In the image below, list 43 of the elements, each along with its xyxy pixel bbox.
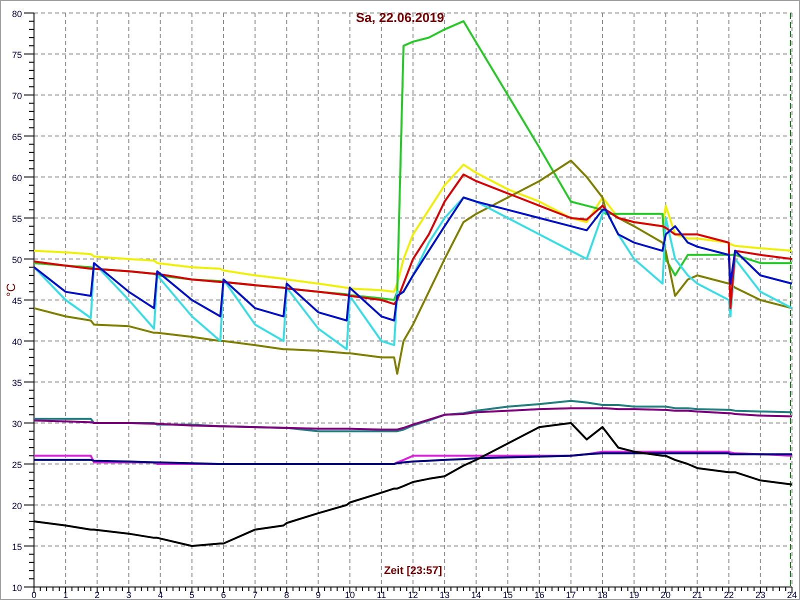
tick-label: 30: [12, 419, 22, 429]
tick-label: 16: [534, 590, 544, 599]
tick-label: 20: [660, 590, 671, 599]
tick-label: 60: [12, 173, 22, 183]
tick-label: 25: [12, 460, 22, 470]
tick-label: 80: [12, 9, 22, 19]
tick-label: 55: [12, 214, 22, 224]
tick-label: 4: [158, 590, 163, 599]
tick-label: 20: [12, 501, 22, 511]
tick-label: 22: [724, 590, 734, 599]
tick-label: 7: [252, 590, 258, 599]
tick-label: 2: [94, 590, 100, 599]
tick-label: 40: [12, 337, 22, 347]
tick-label: 75: [12, 50, 22, 60]
tick-label: 23: [755, 590, 766, 599]
tick-label: 19: [629, 590, 640, 599]
tick-label: 9: [316, 590, 321, 599]
tick-label: 17: [566, 590, 576, 599]
tick-label: 10: [344, 590, 355, 599]
tick-label: 24: [787, 590, 797, 599]
tick-label: 14: [471, 590, 482, 599]
tick-label: 8: [284, 590, 290, 599]
tick-label: 65: [12, 132, 22, 142]
tick-label: 18: [598, 590, 608, 599]
tick-label: 3: [126, 590, 132, 599]
tick-label: 45: [12, 296, 22, 306]
tick-label: 21: [692, 590, 702, 599]
tick-label: 6: [221, 590, 226, 599]
x-axis-label: Zeit [23:57]: [384, 565, 442, 577]
chart-title: Sa, 22.06.2019: [356, 10, 444, 25]
tick-label: 13: [440, 590, 450, 599]
tick-label: 50: [12, 255, 22, 265]
tick-label: 15: [12, 542, 22, 552]
tick-label: 70: [12, 91, 22, 101]
tick-label: 15: [502, 590, 513, 599]
tick-label: 10: [12, 583, 22, 593]
tick-label: 12: [408, 590, 418, 599]
tick-label: 1: [63, 590, 68, 599]
tick-label: 0: [32, 590, 36, 599]
tick-label: 11: [376, 590, 386, 599]
tick-label: 5: [189, 590, 194, 599]
tick-label: 35: [12, 378, 22, 388]
y-axis-label: °C: [4, 283, 18, 297]
